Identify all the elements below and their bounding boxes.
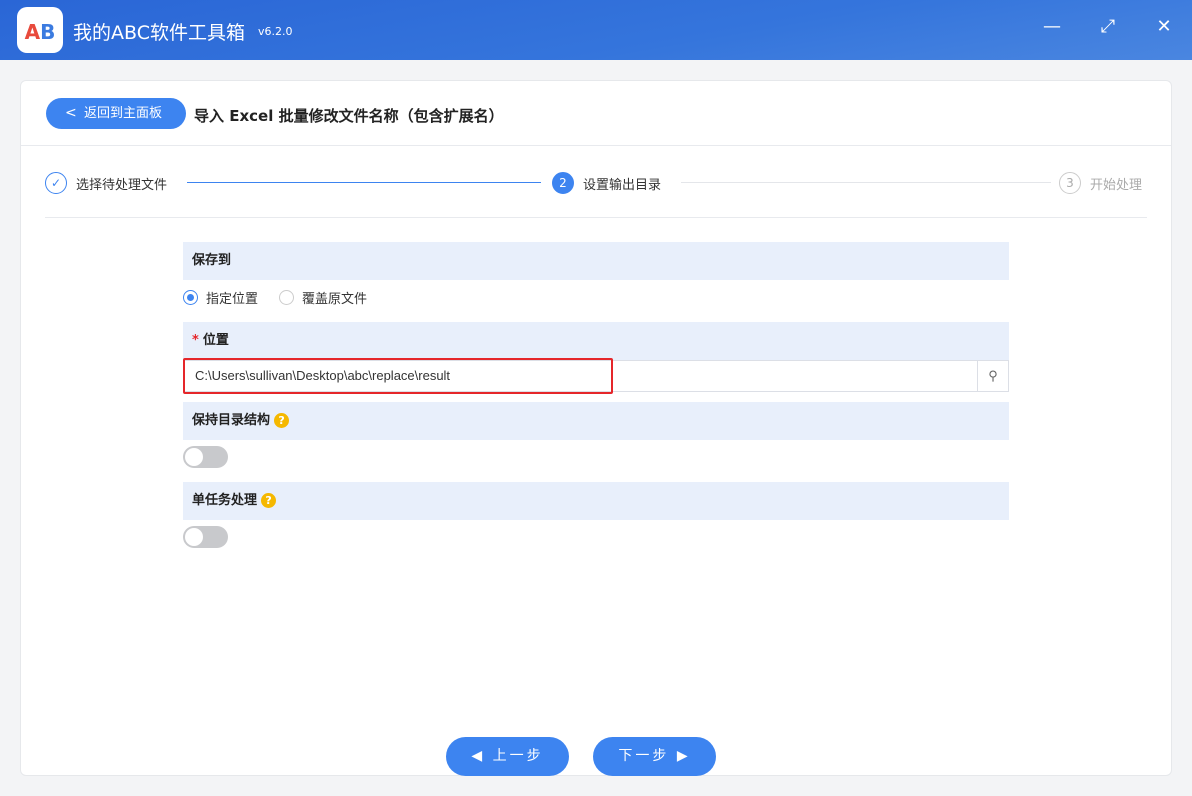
single-task-label: 单任务处理 xyxy=(192,493,258,508)
radio-label: 指定位置 xyxy=(206,292,259,307)
location-header: * 位置 xyxy=(183,322,1009,360)
step-label: 选择待处理文件 xyxy=(76,177,168,193)
step-number: 3 xyxy=(1059,172,1081,194)
step-1: ✓ 选择待处理文件 xyxy=(45,172,167,194)
radio-icon xyxy=(279,290,294,305)
location-label: 位置 xyxy=(202,333,229,348)
radio-label: 覆盖原文件 xyxy=(302,292,368,307)
app-version: v6.2.0 xyxy=(258,25,293,38)
page-title: 导入 Excel 批量修改文件名称（包含扩展名） xyxy=(194,107,504,125)
check-icon: ✓ xyxy=(45,172,67,194)
main-card: < 返回到主面板 导入 Excel 批量修改文件名称（包含扩展名） ✓ 选择待处理文… xyxy=(20,80,1172,776)
single-task-toggle[interactable] xyxy=(183,526,228,548)
maximize-button[interactable]: ⤢ xyxy=(1096,16,1120,37)
app-logo: AB xyxy=(17,7,63,53)
keep-structure-label: 保持目录结构 xyxy=(192,413,271,428)
step-label: 设置输出目录 xyxy=(583,177,662,193)
prev-step-button[interactable]: ◀ 上一步 xyxy=(446,737,569,776)
divider xyxy=(45,217,1147,218)
app-title: 我的ABC软件工具箱 xyxy=(73,22,245,44)
help-icon[interactable]: ? xyxy=(261,493,277,508)
next-step-button[interactable]: 下一步 ▶ xyxy=(593,737,716,776)
step-number: 2 xyxy=(552,172,574,194)
keep-structure-toggle[interactable] xyxy=(183,446,228,468)
back-label: 返回到主面板 xyxy=(84,106,163,121)
divider xyxy=(21,145,1171,146)
keep-structure-header: 保持目录结构? xyxy=(183,402,1009,440)
next-label: 下一步 xyxy=(618,748,670,764)
circle-chevron-right-icon: ▶ xyxy=(676,748,691,764)
save-to-header: 保存到 xyxy=(183,242,1009,280)
highlight-box xyxy=(183,358,613,394)
single-task-header: 单任务处理? xyxy=(183,482,1009,520)
prev-label: 上一步 xyxy=(492,748,544,764)
radio-icon xyxy=(183,290,198,305)
step-3: 3 开始处理 xyxy=(1059,172,1142,194)
back-to-main-button[interactable]: < 返回到主面板 xyxy=(46,98,186,129)
step-label: 开始处理 xyxy=(1090,177,1143,193)
minimize-button[interactable]: — xyxy=(1040,16,1064,37)
chevron-left-icon: < xyxy=(65,105,77,121)
required-mark: * xyxy=(192,333,199,348)
step-2: 2 设置输出目录 xyxy=(552,172,661,194)
search-icon[interactable]: ⚲ xyxy=(977,361,1008,391)
title-bar: AB 我的ABC软件工具箱 v6.2.0 — ⤢ ✕ xyxy=(0,0,1192,60)
step-connector xyxy=(681,182,1051,183)
close-button[interactable]: ✕ xyxy=(1152,16,1176,37)
radio-overwrite-original[interactable]: 覆盖原文件 xyxy=(279,288,367,307)
step-connector xyxy=(187,182,541,183)
help-icon[interactable]: ? xyxy=(274,413,290,428)
circle-chevron-left-icon: ◀ xyxy=(471,748,486,764)
radio-specified-location[interactable]: 指定位置 xyxy=(183,288,258,307)
